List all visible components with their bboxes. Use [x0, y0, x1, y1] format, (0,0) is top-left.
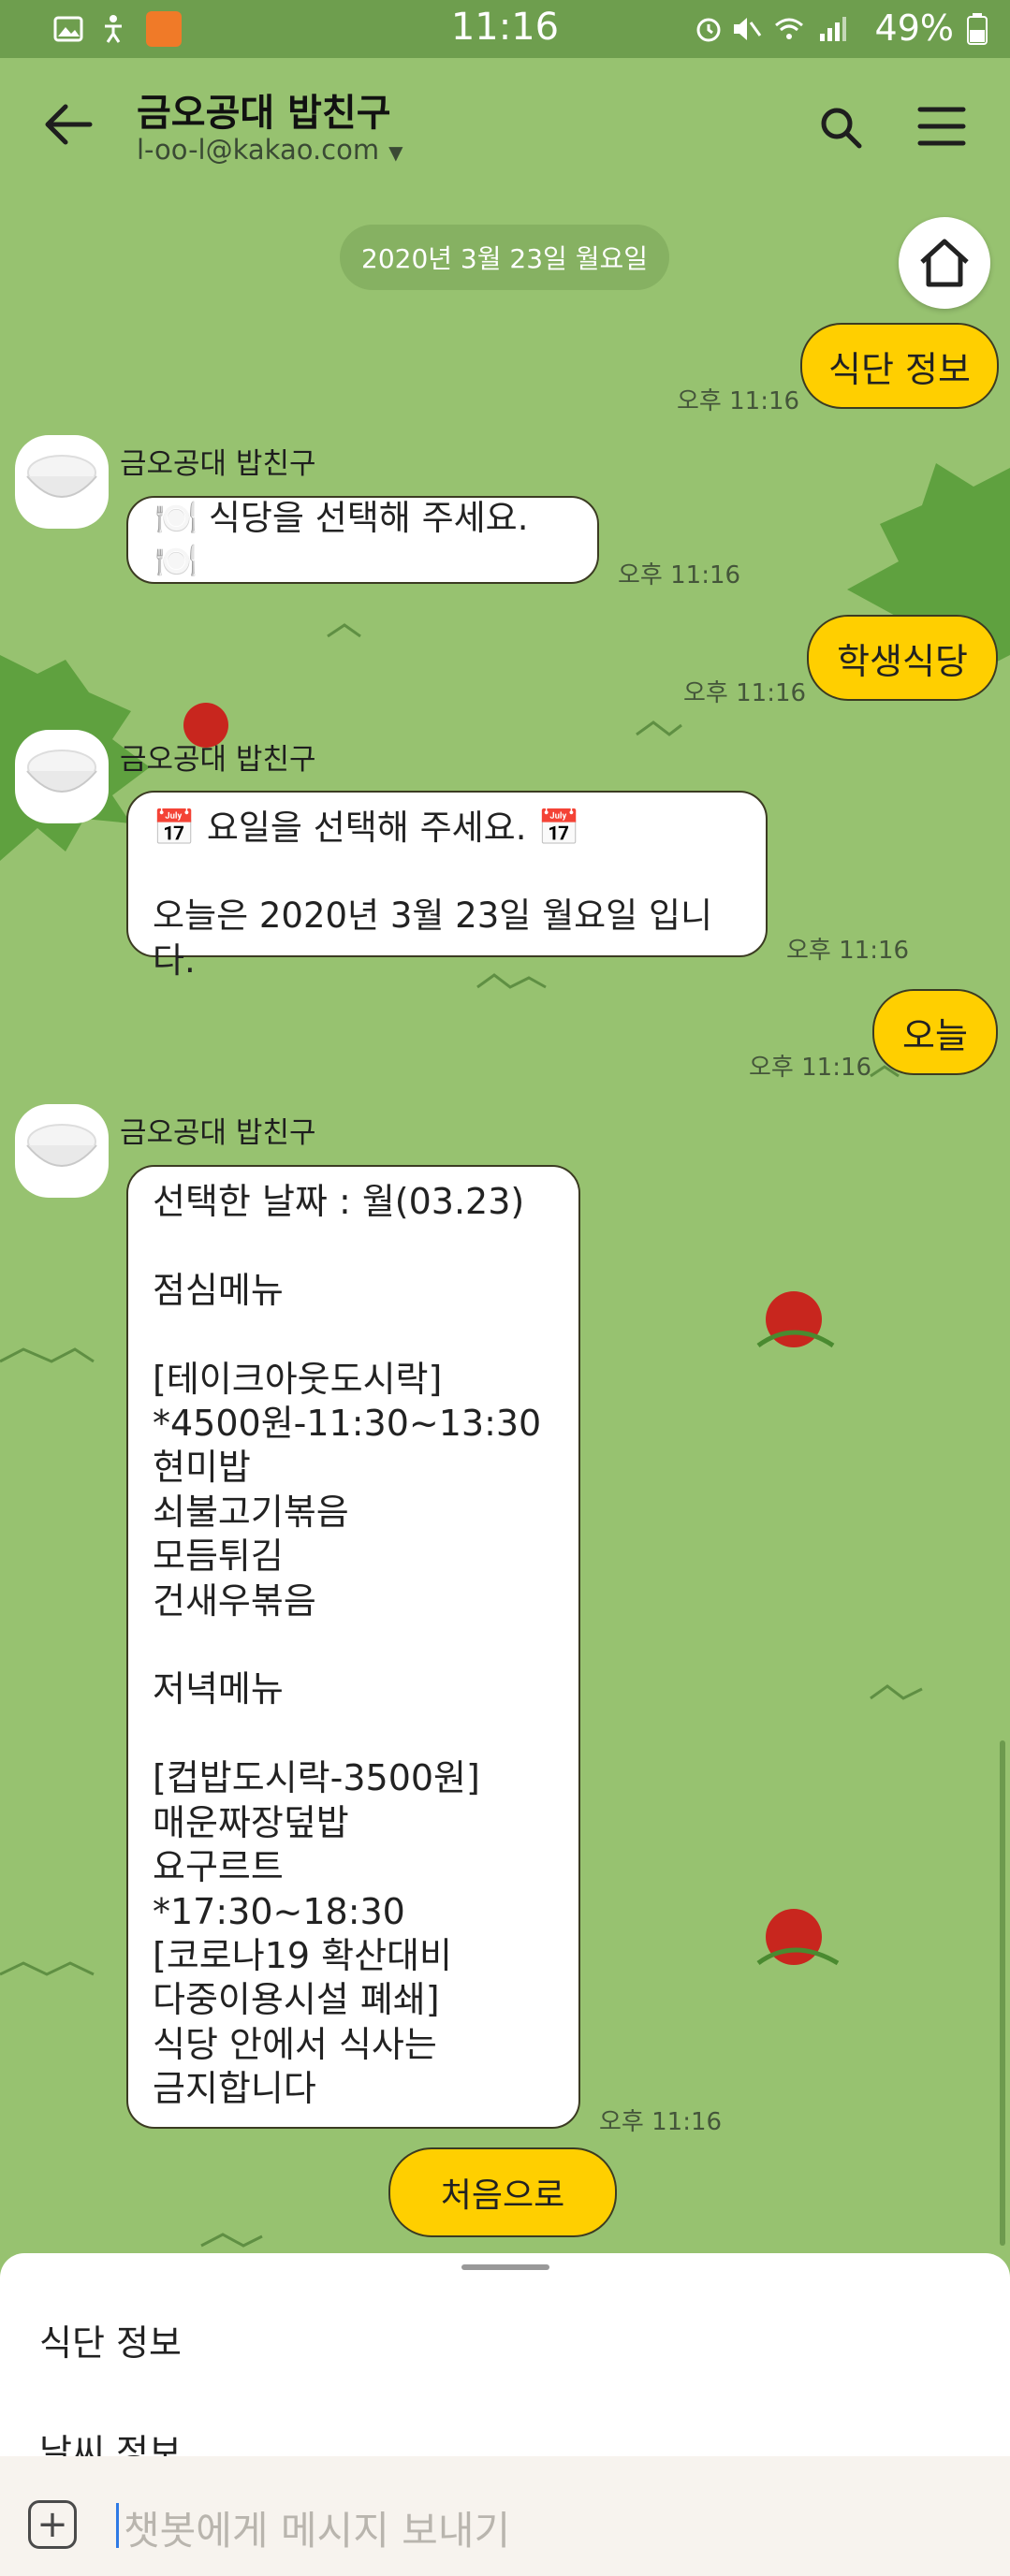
bot-message-bubble: 🍽️ 식당을 선택해 주세요. 🍽️ [126, 496, 599, 584]
bot-avatar[interactable] [15, 730, 109, 823]
battery-icon [967, 13, 988, 45]
back-arrow-icon[interactable] [43, 103, 94, 146]
signal-icon [820, 17, 846, 41]
menu-icon[interactable] [917, 105, 966, 148]
wifi-icon [775, 18, 803, 39]
user-message-bubble: 식단 정보 [800, 323, 999, 409]
quick-reply-restart-button[interactable]: 처음으로 [388, 2147, 617, 2237]
battery-percent: 49% [874, 7, 954, 49]
bot-avatar[interactable] [15, 435, 109, 529]
sheet-item-meal-info[interactable]: 식단 정보 [39, 2314, 182, 2365]
alarm-icon [696, 18, 721, 42]
add-attachment-button[interactable]: + [28, 2500, 77, 2549]
plus-icon: + [37, 2503, 68, 2546]
scrollbar[interactable] [1000, 1740, 1005, 2246]
mute-icon [734, 18, 762, 40]
bot-message-bubble: 📅 요일을 선택해 주세요. 📅 오늘은 2020년 3월 23일 월요일 입니… [126, 791, 768, 981]
message-line: 📅 요일을 선택해 주세요. 📅 [153, 808, 581, 848]
account-email: l-oo-l@kakao.com [137, 134, 380, 166]
user-message-bubble: 학생식당 [807, 615, 998, 701]
bot-avatar[interactable] [15, 1104, 109, 1198]
message-time: 오후 11:16 [786, 937, 910, 965]
message-line: 오늘은 2020년 3월 23일 월요일 입니다. [153, 895, 713, 981]
text-caret [116, 2503, 119, 2548]
home-button[interactable] [899, 217, 990, 309]
search-icon[interactable] [818, 105, 863, 150]
rice-bowl-icon [26, 455, 97, 498]
bot-menu-bubble: 선택한 날짜 : 월(03.23) 점심메뉴 [테이크아웃도시락] *4500원… [126, 1165, 580, 2129]
bot-name: 금오공대 밥친구 [120, 1116, 316, 1150]
message-input-bar: + 챗봇에게 메시지 보내기 [0, 2456, 1010, 2576]
quick-menu-sheet: 식단 정보 날씨 정보 + 챗봇에게 메시지 보내기 [0, 2253, 1010, 2576]
user-message-bubble: 오늘 [872, 989, 998, 1075]
chevron-down-icon: ▼ [388, 141, 403, 164]
status-bar: 11:16 49% [0, 0, 1010, 58]
home-icon [920, 239, 969, 287]
message-time: 오후 11:16 [683, 679, 807, 707]
bot-name: 금오공대 밥친구 [120, 447, 316, 481]
rice-bowl-icon [26, 1124, 97, 1167]
chat-account[interactable]: l-oo-l@kakao.com ▼ [137, 134, 403, 166]
rice-bowl-icon [26, 750, 97, 793]
message-input[interactable]: 챗봇에게 메시지 보내기 [124, 2499, 510, 2556]
message-time: 오후 11:16 [618, 561, 741, 589]
sheet-handle[interactable] [461, 2264, 549, 2270]
status-time: 11:16 [450, 6, 560, 49]
menu-text: 선택한 날짜 : 월(03.23) 점심메뉴 [테이크아웃도시락] *4500원… [153, 1181, 542, 2110]
date-divider: 2020년 3월 23일 월요일 [340, 225, 669, 290]
message-time: 오후 11:16 [599, 2108, 723, 2136]
chat-title: 금오공대 밥친구 [137, 92, 391, 135]
bot-name: 금오공대 밥친구 [120, 743, 316, 777]
message-time: 오후 11:16 [677, 387, 800, 415]
message-time: 오후 11:16 [749, 1054, 872, 1082]
